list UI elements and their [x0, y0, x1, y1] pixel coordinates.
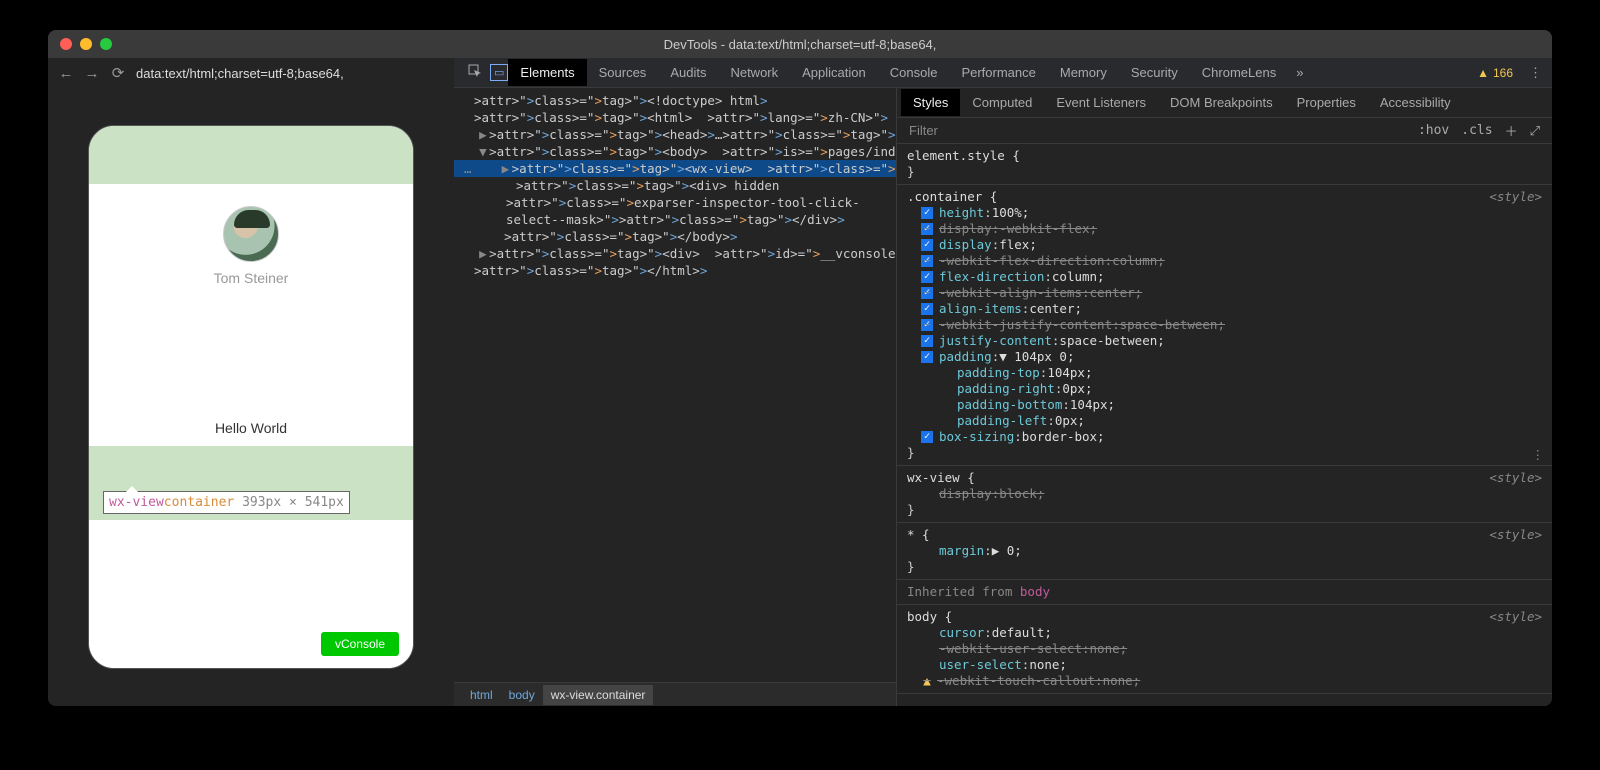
crumb-wx-view-container[interactable]: wx-view.container [543, 685, 654, 705]
subtab-properties[interactable]: Properties [1285, 89, 1368, 116]
tooltip-cls: container [164, 495, 234, 510]
hov-button[interactable]: :hov [1412, 123, 1455, 138]
back-icon[interactable]: ← [58, 65, 74, 82]
filter-row: Filter :hov .cls ＋ ⤢ [897, 118, 1552, 144]
vconsole-button[interactable]: vConsole [321, 632, 399, 656]
tooltip-dim: 393px × 541px [234, 495, 344, 510]
tab-performance[interactable]: Performance [949, 59, 1047, 86]
maximize-icon[interactable] [100, 38, 112, 50]
prop-checkbox[interactable] [921, 319, 933, 331]
dom-line[interactable]: >attr>">class>=">tag>"><html> >attr>">la… [454, 109, 896, 126]
rule-more-icon[interactable]: ⋮ [1532, 447, 1545, 463]
tab-console[interactable]: Console [878, 59, 950, 86]
dom-line[interactable]: >attr>">class>=">tag>"><!doctype> html> [454, 92, 896, 109]
avatar [223, 206, 279, 262]
filter-input[interactable]: Filter [903, 123, 1412, 138]
device-toggle-icon[interactable]: ▭ [490, 64, 508, 81]
subtab-computed[interactable]: Computed [960, 89, 1044, 116]
dom-line[interactable]: >attr>">class>=">tag>"></html>> [454, 262, 896, 279]
inspect-icon[interactable] [460, 64, 490, 81]
tab-sources[interactable]: Sources [587, 59, 659, 86]
nav-row: ← → ⟳ data:text/html;charset=utf-8;base6… [48, 58, 454, 88]
dom-line[interactable]: >attr>">class>=">tag>"><div> hidden >att… [454, 177, 896, 228]
dom-line[interactable]: ▼>attr>">class>=">tag>"><body> >attr>">i… [454, 143, 896, 160]
window-title: DevTools - data:text/html;charset=utf-8;… [664, 37, 937, 52]
device-body: Tom Steiner Hello World [89, 184, 413, 446]
tooltip-tag: wx-view [109, 495, 164, 510]
dom-line[interactable]: ▶>attr>">class>=">tag>"><div> >attr>">id… [454, 245, 896, 262]
crumb-body[interactable]: body [501, 685, 543, 705]
device-lower: vConsole [89, 520, 413, 669]
devtools-pane: ▭ ElementsSourcesAuditsNetworkApplicatio… [454, 58, 1552, 706]
breadcrumb: htmlbodywx-view.container [454, 682, 896, 706]
prop-checkbox[interactable] [921, 207, 933, 219]
tab-elements[interactable]: Elements [508, 59, 586, 86]
user-name: Tom Steiner [214, 270, 289, 286]
device-highlight-mid: wx-viewcontainer 393px × 541px [89, 446, 413, 520]
url-text: data:text/html;charset=utf-8;base64, [136, 66, 344, 81]
expand-icon[interactable]: ⤢ [1524, 123, 1546, 139]
more-tabs-icon[interactable]: » [1288, 59, 1311, 86]
dom-tree[interactable]: >attr>">class>=">tag>"><!doctype> html>>… [454, 88, 896, 682]
device-highlight-top [89, 126, 413, 184]
prop-checkbox[interactable] [921, 335, 933, 347]
cls-button[interactable]: .cls [1455, 123, 1498, 138]
css-rule[interactable]: body {<style>cursor: default;-webkit-use… [897, 605, 1552, 694]
css-rule[interactable]: element.style {} [897, 144, 1552, 185]
reload-icon[interactable]: ⟳ [110, 64, 126, 82]
close-icon[interactable] [60, 38, 72, 50]
device-frame: Tom Steiner Hello World wx-viewcontainer… [88, 125, 414, 669]
subtab-accessibility[interactable]: Accessibility [1368, 89, 1463, 116]
titlebar: DevTools - data:text/html;charset=utf-8;… [48, 30, 1552, 58]
subtab-styles[interactable]: Styles [901, 89, 960, 116]
dom-pane: >attr>">class>=">tag>"><!doctype> html>>… [454, 88, 896, 706]
styles-body[interactable]: element.style {}.container {<style>heigh… [897, 144, 1552, 706]
traffic-lights [60, 38, 112, 50]
tab-application[interactable]: Application [790, 59, 878, 86]
prop-checkbox[interactable] [921, 351, 933, 363]
tab-chromelens[interactable]: ChromeLens [1190, 59, 1288, 86]
dom-line[interactable]: ▶>attr>">class>=">tag>"><head>>…>attr>">… [454, 126, 896, 143]
tab-audits[interactable]: Audits [658, 59, 718, 86]
crumb-html[interactable]: html [462, 685, 501, 705]
tab-network[interactable]: Network [718, 59, 790, 86]
inherited-header: Inherited from body [897, 580, 1552, 605]
css-rule[interactable]: .container {<style>height: 100%;display:… [897, 185, 1552, 466]
subtab-dom-breakpoints[interactable]: DOM Breakpoints [1158, 89, 1285, 116]
prop-checkbox[interactable] [921, 223, 933, 235]
dom-line[interactable]: >attr>">class>=">tag>"></body>> [454, 228, 896, 245]
prop-checkbox[interactable] [921, 239, 933, 251]
add-rule-icon[interactable]: ＋ [1499, 121, 1524, 140]
dom-line[interactable]: … ▶>attr>">class>=">tag>"><wx-view> >att… [454, 160, 896, 177]
warning-count: 166 [1493, 66, 1513, 80]
warning-icon: ▲ [921, 673, 933, 689]
inspect-tooltip: wx-viewcontainer 393px × 541px [103, 491, 350, 514]
css-rule[interactable]: * {<style>margin: ▶ 0;} [897, 523, 1552, 580]
prop-checkbox[interactable] [921, 271, 933, 283]
prop-checkbox[interactable] [921, 255, 933, 267]
prop-checkbox[interactable] [921, 287, 933, 299]
tab-memory[interactable]: Memory [1048, 59, 1119, 86]
warning-badge[interactable]: ▲ 166 [1477, 66, 1513, 80]
prop-checkbox[interactable] [921, 303, 933, 315]
hello-text: Hello World [215, 420, 287, 436]
kebab-icon[interactable]: ⋮ [1519, 65, 1552, 81]
minimize-icon[interactable] [80, 38, 92, 50]
devtools-window: DevTools - data:text/html;charset=utf-8;… [48, 30, 1552, 706]
prop-checkbox[interactable] [921, 431, 933, 443]
warning-icon: ▲ [1477, 66, 1489, 80]
styles-pane: StylesComputedEvent ListenersDOM Breakpo… [896, 88, 1552, 706]
sub-tabs: StylesComputedEvent ListenersDOM Breakpo… [897, 88, 1552, 118]
css-rule[interactable]: wx-view {<style>display: block;} [897, 466, 1552, 523]
subtab-event-listeners[interactable]: Event Listeners [1044, 89, 1158, 116]
preview-pane: ← → ⟳ data:text/html;charset=utf-8;base6… [48, 58, 454, 706]
tab-security[interactable]: Security [1119, 59, 1190, 86]
main-tabs: ▭ ElementsSourcesAuditsNetworkApplicatio… [454, 58, 1552, 88]
forward-icon[interactable]: → [84, 65, 100, 82]
